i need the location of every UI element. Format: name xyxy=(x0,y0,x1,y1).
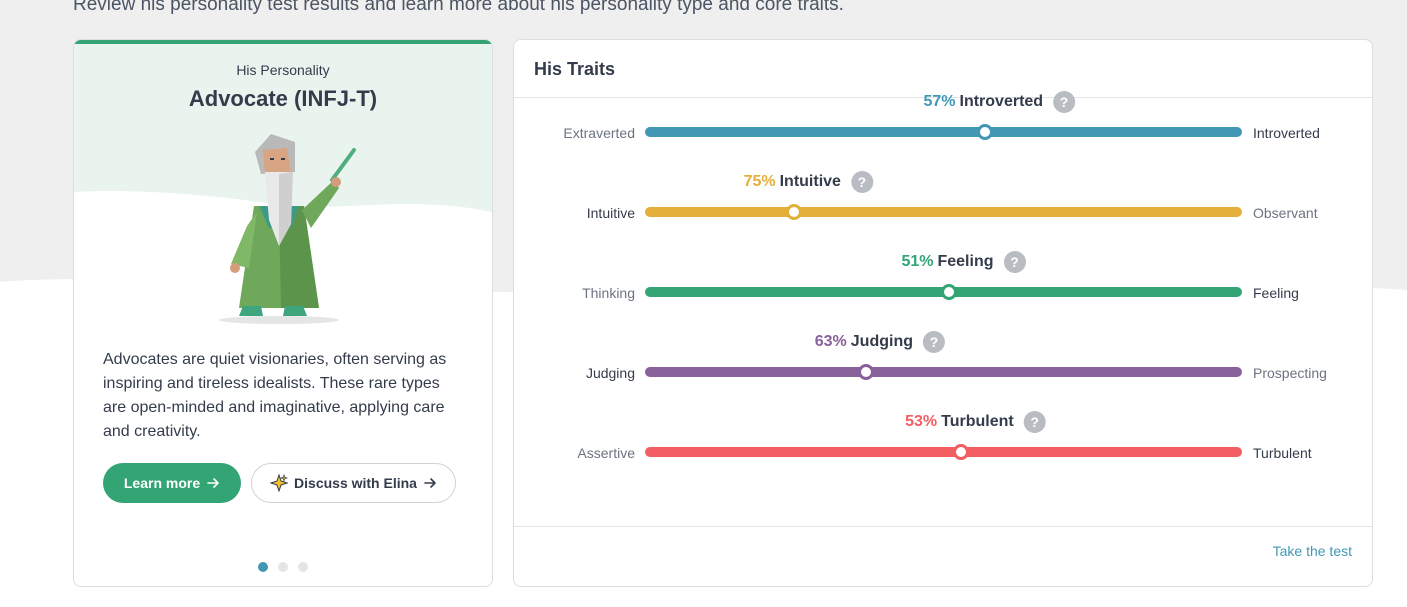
trait-right-label: Turbulent xyxy=(1253,445,1312,461)
personality-description: Advocates are quiet visionaries, often s… xyxy=(103,351,447,440)
trait-headline: 53% Turbulent? xyxy=(905,410,1046,434)
trait-left-label: Extraverted xyxy=(563,125,635,141)
trait-right-label: Observant xyxy=(1253,205,1318,221)
trait-left-label: Thinking xyxy=(582,285,635,301)
personality-card: His Personality Advocate (INFJ-T) Advoca… xyxy=(73,39,493,587)
take-the-test-link[interactable]: Take the test xyxy=(1273,543,1352,559)
trait-headline: 57% Introverted? xyxy=(923,90,1076,114)
trait-left-label: Judging xyxy=(585,365,635,381)
trait-headline: 75% Intuitive? xyxy=(744,170,873,194)
trait-right-label: Prospecting xyxy=(1253,365,1327,381)
trait-name: Feeling xyxy=(937,253,994,270)
help-icon[interactable]: ? xyxy=(1023,411,1046,433)
trait-left-label: Intuitive xyxy=(586,205,635,221)
trait-row: Judging Prospecting 63% Judging? xyxy=(514,328,1372,388)
personality-type-name: Advocate (INFJ-T) xyxy=(188,86,378,111)
trait-left-label: Assertive xyxy=(577,445,635,461)
trait-headline: 63% Judging? xyxy=(815,330,945,354)
trait-name: Judging xyxy=(850,333,913,350)
arrow-right-icon xyxy=(424,478,436,488)
trait-name: Turbulent xyxy=(941,413,1014,430)
trait-headline: 51% Feeling? xyxy=(901,250,1026,274)
trait-right-label: Feeling xyxy=(1253,285,1299,301)
learn-more-button[interactable]: Learn more xyxy=(103,463,241,503)
discuss-label: Discuss with Elina xyxy=(294,475,417,491)
help-icon[interactable]: ? xyxy=(850,171,873,193)
divider xyxy=(514,526,1372,527)
trait-row: Assertive Turbulent 53% Turbulent? xyxy=(514,408,1372,468)
trait-bar xyxy=(645,207,1242,217)
trait-bar xyxy=(645,367,1242,377)
trait-row: Extraverted Introverted 57% Introverted? xyxy=(514,88,1372,148)
discuss-with-elina-button[interactable]: Discuss with Elina xyxy=(251,463,456,503)
trait-knob[interactable] xyxy=(857,364,874,380)
trait-percent: 53% xyxy=(905,413,938,430)
trait-name: Introverted xyxy=(959,93,1044,110)
trait-bar xyxy=(645,447,1242,457)
arrow-right-icon xyxy=(207,478,219,488)
trait-knob[interactable] xyxy=(941,284,958,300)
trait-row: Thinking Feeling 51% Feeling? xyxy=(514,248,1372,308)
traits-title: His Traits xyxy=(534,59,616,79)
trait-knob[interactable] xyxy=(953,444,970,460)
trait-right-label: Introverted xyxy=(1253,125,1320,141)
trait-row: Intuitive Observant 75% Intuitive? xyxy=(514,168,1372,228)
trait-percent: 75% xyxy=(743,173,776,190)
carousel-dot-1[interactable] xyxy=(258,562,268,572)
trait-name: Intuitive xyxy=(779,173,841,190)
help-icon[interactable]: ? xyxy=(1053,91,1076,113)
carousel-dot-2[interactable] xyxy=(278,562,288,572)
help-icon[interactable]: ? xyxy=(923,331,945,353)
page-subtitle: Review his personality test results and … xyxy=(73,0,844,15)
trait-knob[interactable] xyxy=(786,204,803,220)
learn-more-label: Learn more xyxy=(123,475,201,491)
trait-bar xyxy=(645,127,1242,137)
personality-label: His Personality xyxy=(236,62,330,78)
trait-knob[interactable] xyxy=(977,124,994,140)
carousel-dots xyxy=(74,562,492,572)
sparkle-icon xyxy=(270,474,289,492)
advocate-wizard-illustration xyxy=(219,134,356,324)
trait-percent: 57% xyxy=(923,93,956,110)
traits-card: His Traits Extraverted Introverted 57% Intr… xyxy=(513,39,1373,587)
trait-percent: 63% xyxy=(814,333,847,350)
carousel-dot-3[interactable] xyxy=(298,562,308,572)
trait-percent: 51% xyxy=(901,253,934,270)
help-icon[interactable]: ? xyxy=(1003,251,1026,273)
